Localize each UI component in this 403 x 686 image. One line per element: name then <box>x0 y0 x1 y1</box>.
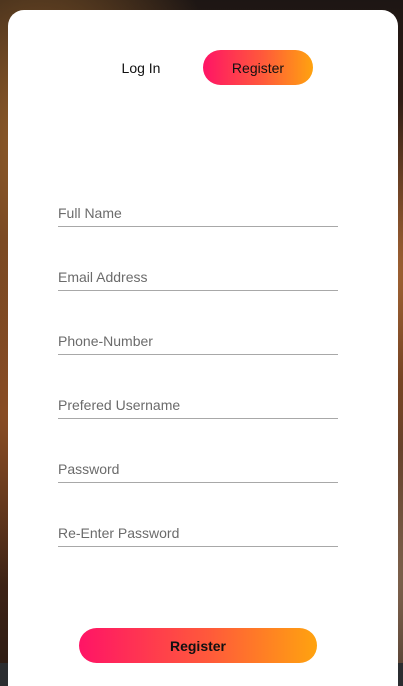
tab-register-label: Register <box>231 59 285 76</box>
register-submit-button[interactable]: Register <box>79 628 317 663</box>
full-name-input[interactable] <box>58 200 338 227</box>
tab-login[interactable]: Log In <box>86 50 196 85</box>
register-card: Log In Register Register <box>8 10 398 686</box>
tab-login-label: Log In <box>121 59 161 76</box>
password-input[interactable] <box>58 456 338 483</box>
phone-number-input[interactable] <box>58 328 338 355</box>
tab-register[interactable]: Register <box>203 50 313 85</box>
register-submit-label: Register <box>169 637 227 654</box>
confirm-password-input[interactable] <box>58 520 338 547</box>
email-input[interactable] <box>58 264 338 291</box>
username-input[interactable] <box>58 392 338 419</box>
